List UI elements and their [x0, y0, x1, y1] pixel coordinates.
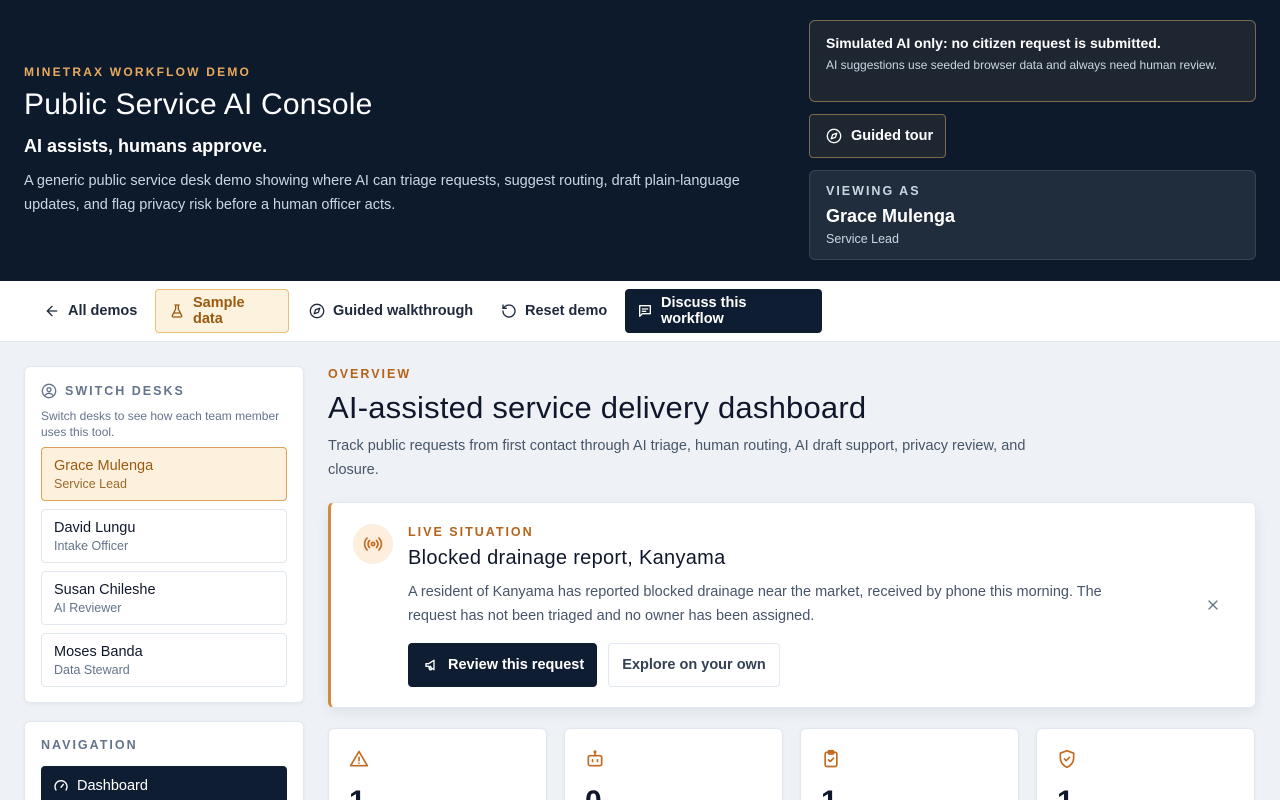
desk-susan-chileshe[interactable]: Susan Chileshe AI Reviewer — [41, 571, 287, 625]
live-description: A resident of Kanyama has reported block… — [408, 584, 1102, 624]
switch-desks-panel: SWITCH DESKS Switch desks to see how eac… — [24, 366, 304, 703]
stat-value: 0 — [585, 785, 602, 800]
switch-desks-header: SWITCH DESKS — [41, 383, 287, 399]
nav-item-label: Dashboard — [77, 778, 148, 794]
notice-subtitle: AI suggestions use seeded browser data a… — [826, 58, 1217, 72]
live-situation-card: LIVE SITUATION Blocked drainage report, … — [328, 502, 1256, 708]
shield-check-icon — [1057, 749, 1077, 769]
discuss-workflow-button[interactable]: Discuss this workflow — [625, 289, 822, 333]
alert-triangle-icon — [349, 749, 369, 769]
sample-data-label: Sample data — [193, 295, 245, 327]
viewing-as-label: VIEWING AS — [826, 184, 921, 198]
page-title: Public Service AI Console — [24, 88, 373, 121]
dashboard-description: Track public requests from first contact… — [328, 438, 1026, 478]
person-name: David Lungu — [54, 520, 136, 536]
stat-card: 1 — [800, 728, 1019, 800]
stat-card: 0 — [564, 728, 783, 800]
explore-own-button[interactable]: Explore on your own — [608, 643, 780, 687]
stat-card: 1 — [328, 728, 547, 800]
viewing-as-name: Grace Mulenga — [826, 206, 956, 226]
overview-eyebrow: OVERVIEW — [328, 367, 412, 381]
stat-value: 1 — [1057, 785, 1074, 800]
live-eyebrow: LIVE SITUATION — [408, 525, 534, 539]
switch-desks-title: SWITCH DESKS — [65, 384, 185, 398]
notice-title: Simulated AI only: no citizen request is… — [826, 35, 1161, 51]
compass-icon — [309, 303, 325, 319]
live-title: Blocked drainage report, Kanyama — [408, 547, 726, 569]
message-icon — [637, 303, 653, 319]
close-icon[interactable] — [1205, 597, 1221, 613]
sample-data-button[interactable]: Sample data — [155, 289, 289, 333]
person-role: Service Lead — [54, 477, 127, 491]
stat-value: 1 — [349, 785, 366, 800]
person-name: Susan Chileshe — [54, 582, 156, 598]
all-demos-button[interactable]: All demos — [32, 289, 149, 333]
switch-desks-subtitle: Switch desks to see how each team member… — [41, 409, 280, 439]
person-role: Data Steward — [54, 663, 130, 677]
person-role: Intake Officer — [54, 539, 129, 553]
clipboard-check-icon — [821, 749, 841, 769]
nav-item-dashboard[interactable]: Dashboard — [41, 766, 287, 800]
page-header: MINETRAX WORKFLOW DEMO Public Service AI… — [0, 0, 1280, 281]
header-tagline: AI assists, humans approve. — [24, 136, 268, 156]
discuss-workflow-label: Discuss this workflow — [661, 295, 747, 327]
desk-moses-banda[interactable]: Moses Banda Data Steward — [41, 633, 287, 687]
all-demos-label: All demos — [68, 303, 138, 319]
flask-icon — [169, 303, 185, 319]
header-description: A generic public service desk demo showi… — [24, 173, 740, 213]
desk-grace-mulenga[interactable]: Grace Mulenga Service Lead — [41, 447, 287, 501]
compass-icon — [826, 128, 842, 144]
guided-walkthrough-button[interactable]: Guided walkthrough — [297, 289, 485, 333]
stat-value: 1 — [821, 785, 838, 800]
viewing-as-role: Service Lead — [826, 232, 899, 246]
header-eyebrow: MINETRAX WORKFLOW DEMO — [24, 65, 252, 79]
review-request-button[interactable]: Review this request — [408, 643, 597, 687]
reset-demo-label: Reset demo — [525, 303, 608, 319]
review-request-label: Review this request — [448, 657, 585, 673]
robot-icon — [585, 749, 605, 769]
user-circle-icon — [41, 383, 57, 399]
guided-walkthrough-label: Guided walkthrough — [333, 303, 474, 319]
dashboard-title: AI-assisted service delivery dashboard — [328, 390, 867, 425]
gauge-icon — [53, 778, 69, 794]
arrow-left-icon — [44, 303, 60, 319]
guided-tour-button[interactable]: Guided tour — [809, 114, 946, 158]
stat-card: 1 — [1036, 728, 1255, 800]
navigation-title: NAVIGATION — [41, 738, 138, 752]
person-name: Grace Mulenga — [54, 458, 154, 474]
navigation-panel: NAVIGATION Dashboard — [24, 721, 304, 800]
simulation-notice: Simulated AI only: no citizen request is… — [809, 20, 1256, 102]
person-name: Moses Banda — [54, 644, 143, 660]
reset-demo-button[interactable]: Reset demo — [489, 289, 619, 333]
person-role: AI Reviewer — [54, 601, 122, 615]
guided-tour-label: Guided tour — [851, 128, 934, 144]
desk-david-lungu[interactable]: David Lungu Intake Officer — [41, 509, 287, 563]
explore-own-label: Explore on your own — [622, 657, 766, 673]
viewing-as-card: VIEWING AS Grace Mulenga Service Lead — [809, 170, 1256, 260]
megaphone-icon — [424, 657, 440, 673]
rotate-ccw-icon — [501, 303, 517, 319]
broadcast-icon — [353, 524, 393, 564]
demo-toolbar: All demos Sample data Guided walkthrough… — [0, 281, 1280, 342]
